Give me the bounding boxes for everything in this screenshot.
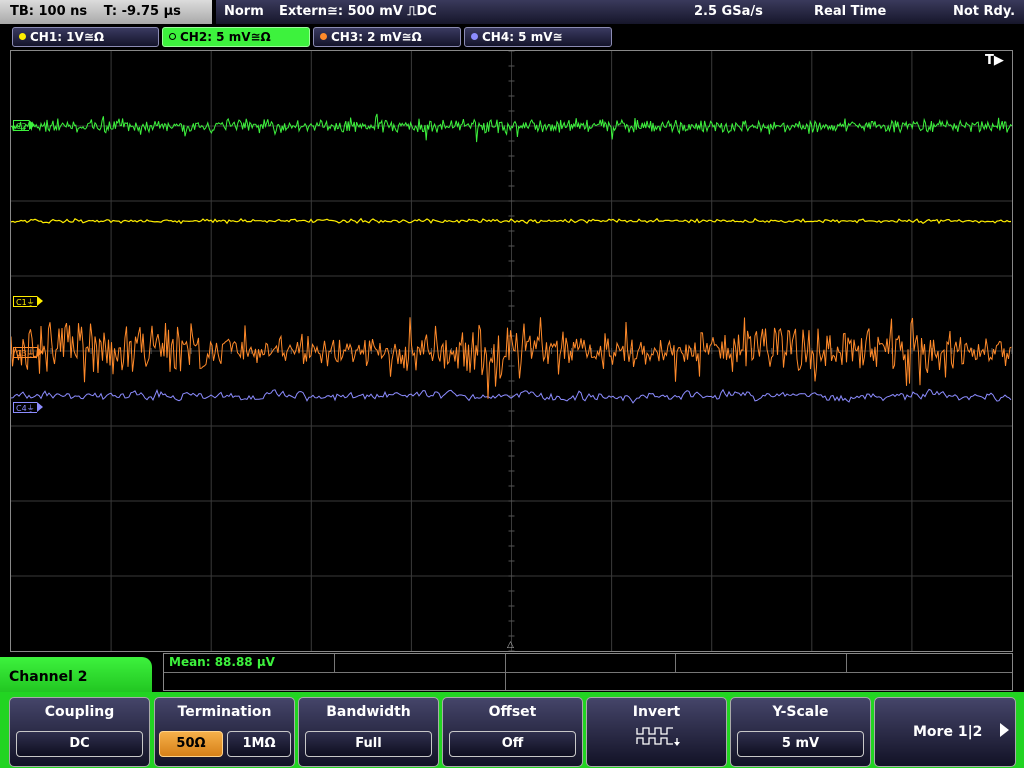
ch4-marker-label: C4⏚ (16, 404, 35, 413)
ch4-color-dot-icon (471, 33, 478, 40)
trigger-time-readout: T: -9.75 µs (103, 4, 181, 19)
termination-50ohm-button[interactable]: 50Ω (159, 731, 223, 757)
ch4-level-marker[interactable]: C4⏚ (13, 402, 43, 413)
ch2-tab-label: CH2: 5 mV≅Ω (180, 30, 271, 44)
measurement-divider (846, 654, 847, 672)
bandwidth-softkey[interactable]: Bandwidth Full (298, 697, 439, 767)
trigger-position-icon: △ (507, 640, 514, 650)
invert-waveform-icon (636, 727, 680, 746)
menu-title-tab: Channel 2 (0, 657, 152, 697)
mean-measurement: Mean: 88.88 µV (169, 655, 275, 669)
timebase-box[interactable]: TB: 100 ns T: -9.75 µs (0, 0, 212, 24)
offset-title: Offset (488, 704, 537, 720)
ch3-tab-label: CH3: 2 mV≅Ω (331, 30, 422, 44)
ch2-level-marker[interactable]: C2 (13, 120, 35, 131)
more-label: More 1|2 (913, 724, 983, 740)
channel-tab-ch3[interactable]: CH3: 2 mV≅Ω (313, 27, 461, 47)
ch3-level-marker[interactable]: C3⏚ (13, 347, 43, 358)
invert-title: Invert (632, 704, 681, 720)
ch3-marker-label: C3⏚ (16, 349, 35, 358)
ch3-color-dot-icon (320, 33, 327, 40)
measurement-divider (675, 654, 676, 672)
ch2-color-dot-icon (169, 33, 176, 40)
more-softkey[interactable]: More 1|2 (874, 697, 1016, 767)
ch1-color-dot-icon (19, 33, 26, 40)
ch1-tab-label: CH1: 1V≅Ω (30, 30, 105, 44)
channel-tab-ch1[interactable]: CH1: 1V≅Ω (12, 27, 159, 47)
yscale-value-button[interactable]: 5 mV (737, 731, 864, 757)
termination-title: Termination (177, 704, 272, 720)
trigger-info-box[interactable]: Norm Extern≅: 500 mV ⎍DC 2.5 GSa/s Real … (216, 0, 1024, 24)
acquisition-state: Not Rdy. (953, 4, 1016, 19)
ch1-marker-label: C1⏚ (16, 298, 35, 307)
measurement-panel: Mean: 88.88 µV (163, 653, 1013, 691)
measurement-divider (334, 654, 335, 672)
bandwidth-title: Bandwidth (326, 704, 411, 720)
measurement-divider (505, 654, 506, 690)
trigger-source: Extern≅: 500 mV ⎍DC (279, 4, 437, 19)
sample-rate: 2.5 GSa/s (694, 4, 763, 19)
ch4-tab-label: CH4: 5 mV≅ (482, 30, 563, 44)
acquisition-mode: Real Time (814, 4, 887, 19)
arrow-right-icon (1000, 723, 1009, 737)
channel-tab-ch2[interactable]: CH2: 5 mV≅Ω (162, 27, 310, 47)
coupling-softkey[interactable]: Coupling DC (9, 697, 150, 767)
yscale-softkey[interactable]: Y-Scale 5 mV (730, 697, 871, 767)
yscale-title: Y-Scale (772, 704, 829, 720)
status-bar: TB: 100 ns T: -9.75 µs Norm Extern≅: 500… (0, 0, 1024, 24)
ch1-level-marker[interactable]: C1⏚ (13, 296, 43, 307)
termination-softkey[interactable]: Termination 50Ω 1MΩ (154, 697, 295, 767)
trigger-mode: Norm (224, 4, 264, 19)
termination-1mohm-button[interactable]: 1MΩ (227, 731, 291, 757)
invert-softkey[interactable]: Invert (586, 697, 727, 767)
coupling-title: Coupling (44, 704, 115, 720)
waveform-display[interactable] (11, 51, 1012, 651)
trigger-time-marker[interactable]: T▶ (985, 53, 1004, 68)
bandwidth-value-button[interactable]: Full (305, 731, 432, 757)
offset-value-button[interactable]: Off (449, 731, 576, 757)
offset-softkey[interactable]: Offset Off (442, 697, 583, 767)
measurement-divider (164, 672, 1012, 673)
channel-tab-ch4[interactable]: CH4: 5 mV≅ (464, 27, 612, 47)
coupling-value-button[interactable]: DC (16, 731, 143, 757)
timebase-readout: TB: 100 ns (10, 4, 88, 19)
ch2-marker-label: C2 (16, 122, 27, 131)
